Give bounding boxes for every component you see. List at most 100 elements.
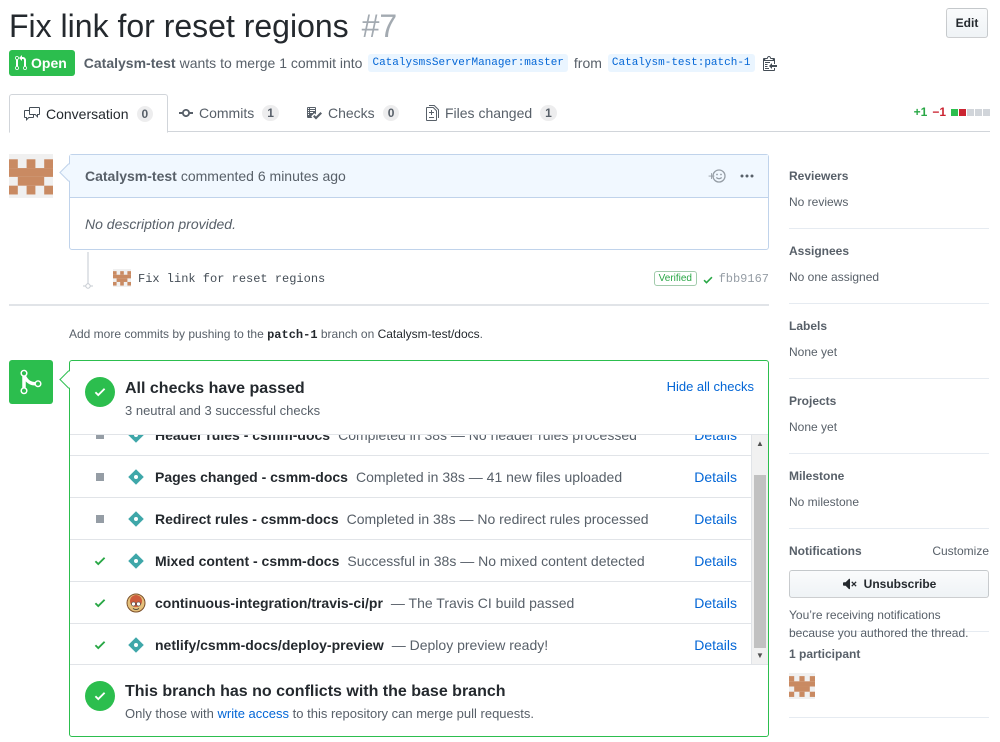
sidebar-reviewers: Reviewers No reviews [789, 154, 989, 229]
sidebar-heading[interactable]: Labels [789, 319, 989, 333]
tab-checks[interactable]: Checks 0 [292, 94, 413, 132]
check-description: Successful in 38s — No mixed content det… [347, 552, 645, 569]
scroll-up-icon[interactable]: ▲ [752, 435, 768, 452]
verified-badge[interactable]: Verified [653, 271, 697, 286]
details-link[interactable]: Details [694, 435, 737, 443]
customize-link[interactable]: Customize [932, 544, 989, 558]
commit-item: Fix link for reset regions Verified fbb9… [69, 252, 769, 294]
check-description: Completed in 38s — No redirect rules pro… [346, 510, 649, 527]
scrollbar-thumb[interactable] [754, 475, 766, 648]
check-icon[interactable] [702, 273, 714, 289]
sidebar-heading[interactable]: Assignees [789, 244, 989, 258]
unsubscribe-button[interactable]: Unsubscribe [789, 570, 989, 598]
merge-text: wants to merge 1 commit into [179, 55, 363, 71]
details-link[interactable]: Details [694, 511, 737, 527]
comment-author[interactable]: Catalysm-test [85, 168, 177, 184]
hint-text: Add more commits by pushing to the [69, 327, 264, 341]
check-circle-icon [85, 681, 115, 711]
sidebar-participants: 1 participant [789, 632, 989, 718]
avatar[interactable] [789, 673, 815, 699]
push-hint: Add more commits by pushing to the patch… [69, 327, 483, 342]
file-diff-icon [426, 105, 439, 121]
tab-commits[interactable]: Commits 1 [165, 94, 293, 132]
tab-conversation[interactable]: Conversation 0 [9, 94, 169, 133]
write-access-link[interactable]: write access [218, 706, 290, 721]
checks-list: Header rules - csmm-docs Completed in 38… [70, 434, 768, 665]
diffstat-block [983, 108, 990, 116]
comment-box: Catalysm-test commented 6 minutes ago + … [69, 154, 769, 250]
head-ref[interactable]: Catalysm-test:patch-1 [607, 54, 755, 72]
checks-scrollbar[interactable]: ▲ ▼ [751, 435, 768, 664]
check-row: continuous-integration/travis-ci/pr — Th… [70, 582, 751, 624]
sidebar-labels: Labels None yet [789, 304, 989, 379]
tab-files-changed[interactable]: Files changed 1 [412, 94, 571, 132]
tab-counter: 1 [540, 105, 557, 121]
neutral-status-icon [70, 472, 126, 481]
check-name: netlify/csmm-docs/deploy-preview [155, 636, 384, 653]
commit-message-link[interactable]: Fix link for reset regions [138, 272, 325, 286]
sidebar-notifications: Notifications Customize Unsubscribe You’… [789, 529, 989, 640]
comment-body: No description provided. [85, 216, 236, 232]
details-link[interactable]: Details [694, 469, 737, 485]
tab-counter: 0 [382, 105, 400, 121]
additions-count: +1 [913, 105, 928, 119]
hide-all-checks-link[interactable]: Hide all checks [667, 379, 754, 394]
pr-tabs: Conversation 0 Commits 1 Checks 0 Files … [9, 94, 990, 133]
pr-meta: Open Catalysm-test wants to merge 1 comm… [9, 50, 777, 76]
details-link[interactable]: Details [694, 553, 737, 569]
deletions-count: −1 [932, 105, 946, 119]
sidebar-value: No reviews [789, 195, 849, 209]
checklist-icon [306, 105, 322, 121]
tab-label: Commits [199, 105, 255, 121]
check-row: Mixed content - csmm-docs Successful in … [70, 540, 751, 582]
conflict-subtitle: Only those with write access to this rep… [125, 706, 534, 721]
from-text: from [573, 55, 602, 71]
edit-button[interactable]: Edit [946, 8, 988, 38]
base-ref[interactable]: CatalysmsServerManager:master [368, 54, 568, 72]
netlify-logo-icon [126, 509, 146, 529]
pr-header: Fix link for reset regions #7 Edit [9, 4, 990, 48]
divider [9, 304, 769, 306]
sidebar-heading[interactable]: Milestone [789, 469, 989, 483]
pr-title-text: Fix link for reset regions [9, 8, 349, 44]
checks-subtitle: 3 neutral and 3 successful checks [125, 403, 321, 418]
avatar[interactable] [9, 154, 53, 198]
sidebar-value: None yet [789, 345, 838, 359]
status-badge: Open [9, 50, 75, 76]
check-circle-icon [85, 377, 115, 407]
details-link[interactable]: Details [694, 595, 737, 611]
netlify-logo-icon [126, 435, 146, 445]
clipboard-icon[interactable] [762, 55, 777, 71]
git-commit-icon [83, 276, 93, 292]
conflict-text: Only those with [125, 706, 214, 721]
sidebar-heading[interactable]: Reviewers [789, 169, 989, 183]
commit-sha-link[interactable]: fbb9167 [719, 272, 769, 286]
git-merge-icon [9, 360, 53, 404]
check-name: Header rules - csmm-docs [155, 434, 331, 443]
details-link[interactable]: Details [694, 637, 737, 653]
sidebar-heading[interactable]: Projects [789, 394, 989, 408]
comment-header: Catalysm-test commented 6 minutes ago + [70, 155, 768, 198]
add-reaction-icon[interactable]: + [708, 168, 726, 184]
pr-title: Fix link for reset regions #7 [9, 4, 990, 48]
merge-box: All checks have passed 3 neutral and 3 s… [69, 360, 769, 737]
check-description: — The Travis CI build passed [390, 594, 575, 611]
check-row: Pages changed - csmm-docs Completed in 3… [70, 456, 751, 498]
tab-counter: 1 [262, 105, 279, 121]
pr-author-link[interactable]: Catalysm-test [84, 55, 176, 71]
check-description: — Deploy preview ready! [391, 636, 549, 653]
unsubscribe-label: Unsubscribe [863, 577, 937, 591]
sidebar-value: None yet [789, 420, 838, 434]
sidebar: Reviewers No reviews Assignees No one as… [789, 154, 989, 718]
comment-timestamp[interactable]: commented 6 minutes ago [181, 168, 346, 184]
comment-discussion-icon [24, 106, 40, 122]
avatar[interactable] [113, 269, 131, 287]
sidebar-projects: Projects None yet [789, 379, 989, 454]
scroll-down-icon[interactable]: ▼ [752, 647, 768, 664]
git-commit-icon [179, 105, 193, 121]
mute-icon [842, 578, 857, 590]
conflict-title: This branch has no conflicts with the ba… [125, 683, 506, 700]
sidebar-value: No milestone [789, 495, 860, 509]
diffstat-block [959, 108, 966, 116]
kebab-horizontal-icon[interactable] [740, 174, 754, 178]
